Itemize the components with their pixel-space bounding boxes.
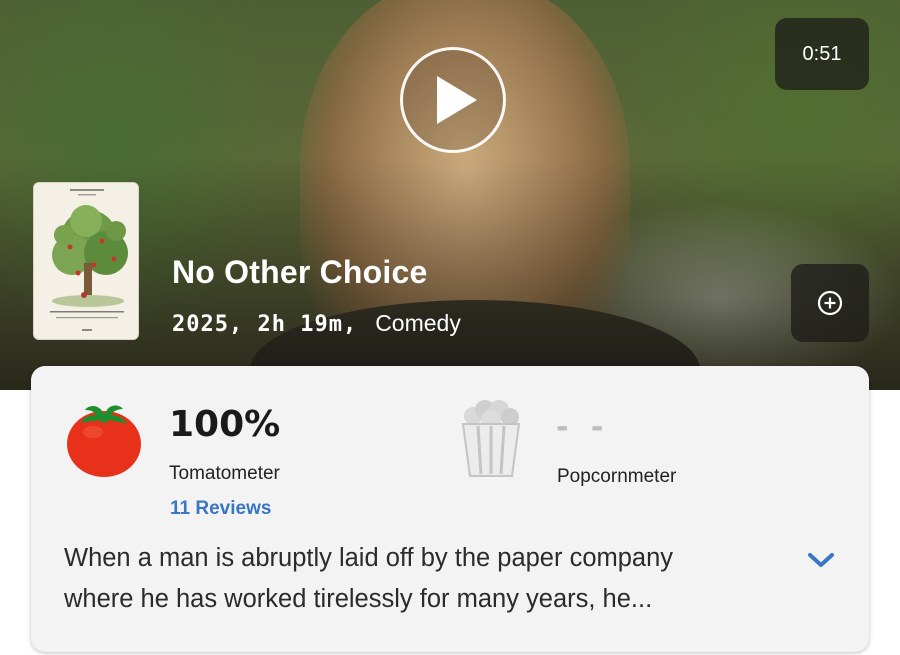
movie-poster[interactable] — [33, 182, 139, 340]
tomatometer-score: 100% — [169, 404, 281, 445]
movie-genre: Comedy — [375, 310, 461, 336]
play-icon — [437, 76, 477, 124]
movie-year-duration: 2025, 2h 19m, — [172, 312, 358, 337]
duration-text: 0:51 — [802, 42, 842, 65]
video-hero[interactable]: 0:51 No Other Choice 2025, 2h 19m, Comed… — [0, 0, 900, 390]
popcorn-icon — [461, 400, 521, 477]
reviews-link[interactable]: 11 Reviews — [170, 498, 271, 520]
plus-circle-icon — [817, 290, 843, 316]
synopsis-line: where he has worked tirelessly for many … — [64, 585, 653, 613]
play-button[interactable] — [400, 47, 506, 153]
movie-meta: 2025, 2h 19m, Comedy — [172, 310, 461, 337]
tomato-icon — [67, 405, 141, 477]
chevron-down-icon — [808, 553, 834, 567]
synopsis-line: When a man is abruptly laid off by the p… — [64, 544, 674, 572]
popcornmeter-label: Popcornmeter — [557, 466, 677, 487]
duration-badge: 0:51 — [775, 18, 869, 90]
expand-synopsis-button[interactable] — [804, 546, 838, 574]
popcornmeter-score: - - — [556, 410, 610, 445]
movie-title: No Other Choice — [172, 254, 428, 290]
add-to-watchlist-button[interactable] — [791, 264, 869, 342]
poster-artwork — [34, 183, 138, 339]
score-card: 100% Tomatometer 11 Reviews - - Popcornm… — [31, 366, 869, 652]
synopsis-text[interactable]: When a man is abruptly laid off by the p… — [64, 538, 784, 620]
tomatometer-label: Tomatometer — [169, 463, 280, 484]
